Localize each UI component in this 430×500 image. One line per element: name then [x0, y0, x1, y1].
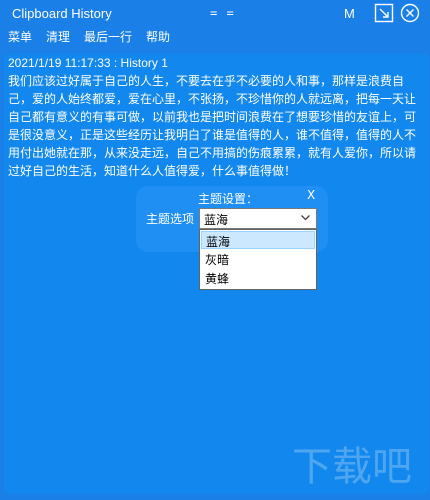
restore-icon[interactable] [374, 3, 394, 23]
menu-item-help[interactable]: 帮助 [146, 28, 170, 45]
window-title: Clipboard History [12, 6, 112, 21]
theme-dropdown-list: 蓝海 灰暗 黄蜂 [199, 229, 317, 290]
theme-select-value: 蓝海 [204, 213, 229, 227]
m-button[interactable]: M [344, 6, 355, 21]
theme-select[interactable]: 蓝海 [199, 208, 317, 229]
chevron-down-icon[interactable] [301, 214, 310, 224]
title-bar[interactable]: Clipboard History = = M [0, 0, 430, 28]
theme-option-label-bluesea: 蓝海 [206, 235, 231, 249]
theme-option-label: 主题选项 [146, 212, 195, 226]
drag-handle[interactable]: = = [210, 6, 235, 20]
menu-bar: 菜单 清理 最后一行 帮助 [0, 28, 430, 46]
theme-option-label-hornet: 黄蜂 [205, 272, 230, 286]
theme-panel-close-button[interactable]: X [307, 188, 315, 202]
theme-option-bluesea[interactable]: 蓝海 [201, 231, 315, 249]
history-entry-header[interactable]: 2021/1/19 11:17:33 : History 1 [8, 56, 168, 70]
menu-item-clean[interactable]: 清理 [46, 28, 70, 45]
history-entry-text[interactable]: 我们应该过好属于自己的人生，不要去在乎不必要的人和事，那样是浪费自己，爱的人始终… [8, 72, 422, 180]
theme-settings-title: 主题设置： [198, 192, 259, 206]
menu-item-last-line[interactable]: 最后一行 [84, 28, 132, 45]
theme-option-dark[interactable]: 灰暗 [201, 250, 315, 268]
close-circle-icon[interactable] [400, 3, 420, 23]
theme-option-label-dark: 灰暗 [205, 253, 230, 267]
menu-item-menu[interactable]: 菜单 [8, 28, 32, 45]
watermark-text: 下载吧 [292, 444, 412, 490]
theme-option-hornet[interactable]: 黄蜂 [201, 269, 315, 287]
watermark-logo: 下载吧 [292, 444, 412, 490]
